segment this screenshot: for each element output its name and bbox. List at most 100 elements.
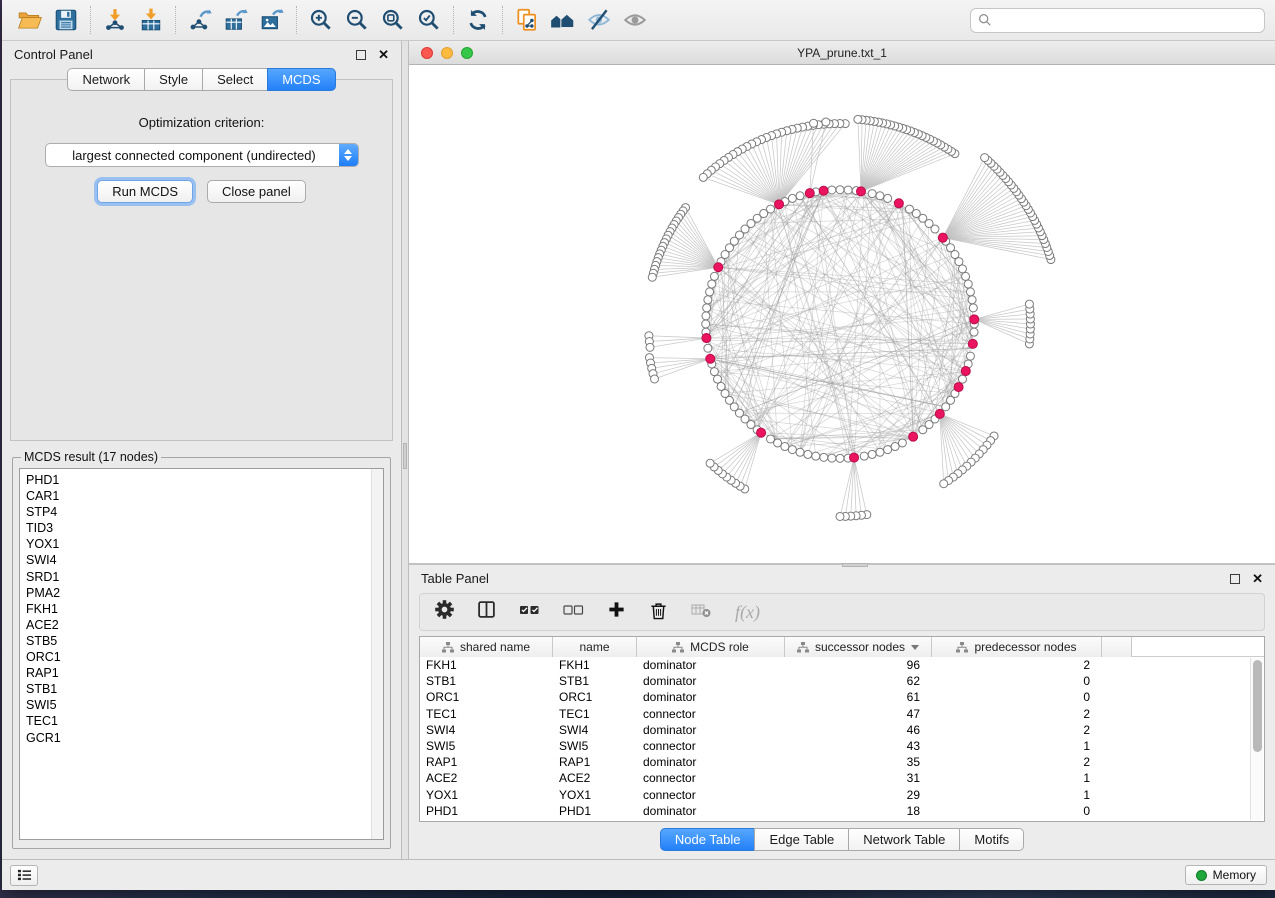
show-columns-icon[interactable]: [477, 600, 496, 624]
graph-node[interactable]: [703, 304, 711, 312]
graph-node[interactable]: [868, 190, 876, 198]
tab-select[interactable]: Select: [202, 68, 268, 91]
table-tab-edge-table[interactable]: Edge Table: [754, 828, 849, 851]
graph-node[interactable]: [876, 192, 884, 200]
graph-node[interactable]: [876, 448, 884, 456]
graph-node[interactable]: [788, 194, 796, 202]
graph-node[interactable]: [962, 272, 970, 280]
close-table-panel-icon[interactable]: ✕: [1252, 574, 1263, 584]
graph-node[interactable]: [708, 280, 716, 288]
graph-node[interactable]: [868, 450, 876, 458]
table-settings-gear-icon[interactable]: [435, 600, 454, 624]
graph-node[interactable]: [905, 205, 913, 213]
refresh-view-icon[interactable]: [460, 4, 496, 36]
graph-node[interactable]: [898, 439, 906, 447]
list-scrollbar[interactable]: [371, 469, 383, 839]
graph-mcds-node[interactable]: [935, 409, 944, 418]
graph-node[interactable]: [788, 446, 796, 454]
graph-mcds-node[interactable]: [909, 432, 918, 441]
mcds-result-item[interactable]: SRD1: [20, 569, 383, 585]
memory-button[interactable]: Memory: [1185, 865, 1267, 885]
close-panel-button[interactable]: Close panel: [207, 180, 306, 203]
graph-node[interactable]: [704, 344, 712, 352]
export-table-icon[interactable]: [218, 4, 254, 36]
graph-mcds-node[interactable]: [961, 367, 970, 376]
mcds-result-item[interactable]: STP4: [20, 504, 383, 520]
graph-node[interactable]: [704, 296, 712, 304]
mcds-result-item[interactable]: PMA2: [20, 585, 383, 601]
graph-node[interactable]: [702, 312, 710, 320]
graph-mcds-node[interactable]: [706, 354, 715, 363]
mcds-result-item[interactable]: SWI4: [20, 552, 383, 568]
mcds-result-item[interactable]: TEC1: [20, 713, 383, 729]
graph-node[interactable]: [796, 192, 804, 200]
graph-node[interactable]: [648, 273, 656, 281]
graph-mcds-node[interactable]: [819, 186, 828, 195]
graph-mcds-node[interactable]: [968, 339, 977, 348]
graph-node[interactable]: [812, 452, 820, 460]
graph-node[interactable]: [774, 439, 782, 447]
column-header-name[interactable]: name: [553, 637, 637, 657]
first-neighbors-icon[interactable]: [545, 4, 581, 36]
graph-node[interactable]: [651, 375, 659, 383]
table-row[interactable]: ACE2ACE2connector311: [420, 770, 1264, 786]
graph-node[interactable]: [854, 115, 862, 123]
graph-mcds-node[interactable]: [856, 187, 865, 196]
graph-node[interactable]: [884, 194, 892, 202]
graph-node[interactable]: [702, 320, 710, 328]
save-session-icon[interactable]: [48, 4, 84, 36]
optimization-criterion-select[interactable]: largest connected component (undirected): [45, 143, 359, 167]
network-window-titlebar[interactable]: YPA_prune.txt_1: [409, 41, 1275, 65]
table-row[interactable]: STB1STB1dominator620: [420, 673, 1264, 689]
mcds-result-item[interactable]: YOX1: [20, 536, 383, 552]
graph-node[interactable]: [810, 119, 818, 127]
tab-network[interactable]: Network: [67, 68, 145, 91]
column-header-shared-name[interactable]: shared name: [420, 637, 553, 657]
mcds-result-item[interactable]: STB1: [20, 681, 383, 697]
graph-mcds-node[interactable]: [775, 200, 784, 209]
graph-node[interactable]: [1025, 300, 1033, 308]
graph-node[interactable]: [970, 328, 978, 336]
table-tab-motifs[interactable]: Motifs: [959, 828, 1024, 851]
search-box[interactable]: [970, 8, 1265, 33]
export-network-icon[interactable]: [182, 4, 218, 36]
column-header-MCDS-role[interactable]: MCDS role: [637, 637, 785, 657]
show-all-icon[interactable]: [617, 4, 653, 36]
graph-mcds-node[interactable]: [894, 199, 903, 208]
graph-mcds-node[interactable]: [714, 263, 723, 272]
graph-mcds-node[interactable]: [805, 189, 814, 198]
table-tab-node-table[interactable]: Node Table: [660, 828, 756, 851]
mcds-result-item[interactable]: GCR1: [20, 730, 383, 746]
close-panel-icon[interactable]: ✕: [378, 50, 389, 60]
mcds-result-item[interactable]: FKH1: [20, 601, 383, 617]
graph-mcds-node[interactable]: [850, 453, 859, 462]
table-scrollbar[interactable]: [1250, 658, 1263, 820]
mcds-result-item[interactable]: SWI5: [20, 697, 383, 713]
graph-node[interactable]: [828, 454, 836, 462]
zoom-out-icon[interactable]: [339, 4, 375, 36]
duplicate-network-icon[interactable]: [509, 4, 545, 36]
graph-mcds-node[interactable]: [702, 334, 711, 343]
zoom-selected-icon[interactable]: [411, 4, 447, 36]
table-row[interactable]: RAP1RAP1dominator352: [420, 754, 1264, 770]
mcds-result-list[interactable]: PHD1CAR1STP4TID3YOX1SWI4SRD1PMA2FKH1ACE2…: [19, 468, 384, 840]
run-mcds-button[interactable]: Run MCDS: [97, 180, 193, 203]
graph-node[interactable]: [968, 296, 976, 304]
table-row[interactable]: YOX1YOX1connector291: [420, 787, 1264, 803]
graph-mcds-node[interactable]: [970, 315, 979, 324]
float-panel-icon[interactable]: [356, 50, 366, 60]
search-input[interactable]: [997, 13, 1257, 28]
zoom-fit-icon[interactable]: [375, 4, 411, 36]
table-row[interactable]: SWI4SWI4dominator462: [420, 722, 1264, 738]
mcds-result-item[interactable]: RAP1: [20, 665, 383, 681]
column-header-successor-nodes[interactable]: successor nodes: [785, 637, 932, 657]
graph-node[interactable]: [844, 186, 852, 194]
table-scrollbar-thumb[interactable]: [1253, 660, 1262, 752]
splitter-handle[interactable]: [403, 443, 407, 469]
graph-node[interactable]: [836, 512, 844, 520]
graph-node[interactable]: [714, 375, 722, 383]
task-history-button[interactable]: [10, 865, 38, 886]
mcds-result-item[interactable]: PHD1: [20, 472, 383, 488]
mcds-result-item[interactable]: TID3: [20, 520, 383, 536]
tab-mcds[interactable]: MCDS: [267, 68, 335, 91]
